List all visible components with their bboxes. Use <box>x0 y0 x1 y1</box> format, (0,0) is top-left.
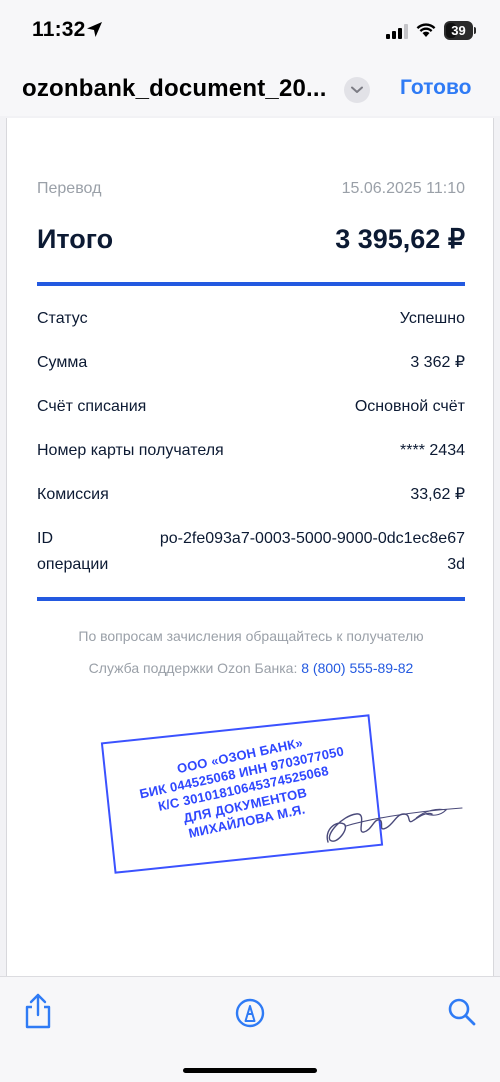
chevron-down-icon <box>351 86 363 93</box>
bottom-toolbar <box>0 976 500 1082</box>
signature <box>326 807 463 843</box>
share-icon[interactable] <box>22 993 54 1029</box>
total-amount: 3 395,62 ₽ <box>335 224 465 254</box>
support-phone-link[interactable]: 8 (800) 555-89-82 <box>301 660 413 676</box>
detail-label: Номер карты получателя <box>37 442 224 459</box>
detail-label: Сумма <box>37 354 88 371</box>
operation-datetime: 15.06.2025 11:10 <box>341 180 465 197</box>
detail-value: **** 2434 <box>400 442 465 459</box>
detail-value: Основной счёт <box>354 398 465 415</box>
detail-label: ID операции <box>37 530 109 573</box>
divider-bottom <box>37 597 465 601</box>
home-indicator[interactable] <box>183 1068 317 1073</box>
detail-label: Счёт списания <box>37 398 147 415</box>
detail-value: Успешно <box>399 310 465 327</box>
battery-percent: 39 <box>451 23 466 38</box>
title-menu-button[interactable] <box>344 77 370 103</box>
detail-label: Статус <box>37 310 88 327</box>
recipient-note: По вопросам зачисления обращайтесь к пол… <box>78 628 424 644</box>
wifi-icon <box>416 23 436 37</box>
search-icon[interactable] <box>446 993 478 1029</box>
navigation-bar: ozonbank_document_20... Готово <box>0 58 500 116</box>
markup-icon[interactable] <box>234 993 266 1029</box>
divider-top <box>37 282 465 286</box>
operation-type: Перевод <box>37 180 102 197</box>
detail-value: 33,62 ₽ <box>410 486 465 503</box>
detail-value[interactable]: po-2fe093a7-0003-5000-9000-0dc1ec8e673d <box>155 526 465 578</box>
document-title[interactable]: ozonbank_document_20... <box>22 75 327 103</box>
detail-value: 3 362 ₽ <box>410 354 465 371</box>
status-bar: 11:32 39 <box>0 0 500 58</box>
status-time: 11:32 <box>32 18 86 41</box>
cellular-signal-icon <box>386 24 408 39</box>
battery-indicator: 39 <box>444 21 476 40</box>
support-label: Служба поддержки Ozon Банка: <box>88 660 302 676</box>
support-note: Служба поддержки Ozon Банка: 8 (800) 555… <box>37 660 465 676</box>
battery-cap <box>474 27 476 34</box>
location-arrow-icon <box>87 22 102 37</box>
detail-label: Комиссия <box>37 486 109 503</box>
total-row: Итого 3 395,62 ₽ <box>37 224 465 260</box>
total-label: Итого <box>37 224 114 254</box>
done-button[interactable]: Готово <box>400 76 471 100</box>
receipt-meta: Перевод 15.06.2025 11:10 <box>37 180 465 202</box>
